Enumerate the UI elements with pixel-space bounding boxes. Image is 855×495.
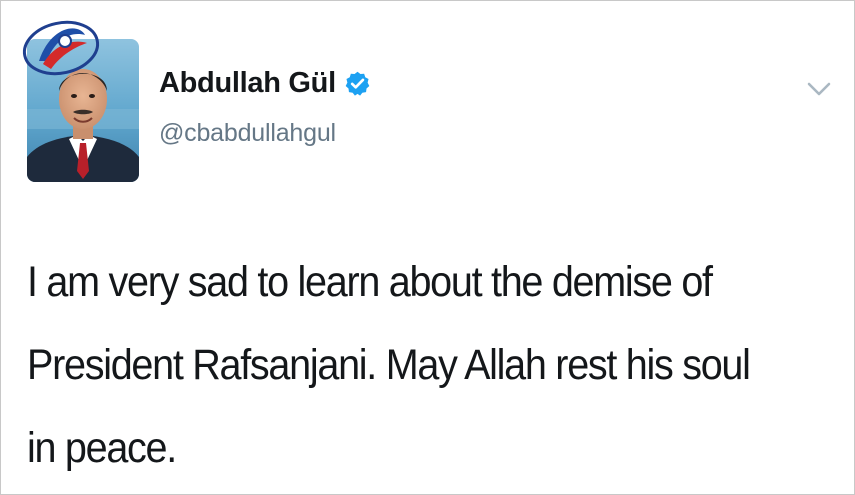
display-name[interactable]: Abdullah Gül (159, 67, 336, 100)
broadcaster-logo (22, 20, 100, 76)
user-handle[interactable]: @cbabdullahgul (159, 119, 336, 148)
chevron-down-icon[interactable] (804, 79, 834, 101)
tweet-author[interactable]: Abdullah Gül (159, 67, 371, 100)
verified-badge-icon (345, 71, 370, 96)
tweet-card: Abdullah Gül @cbabdullahgul I am very sa… (0, 0, 855, 495)
tweet-text: I am very sad to learn about the demise … (27, 258, 751, 472)
